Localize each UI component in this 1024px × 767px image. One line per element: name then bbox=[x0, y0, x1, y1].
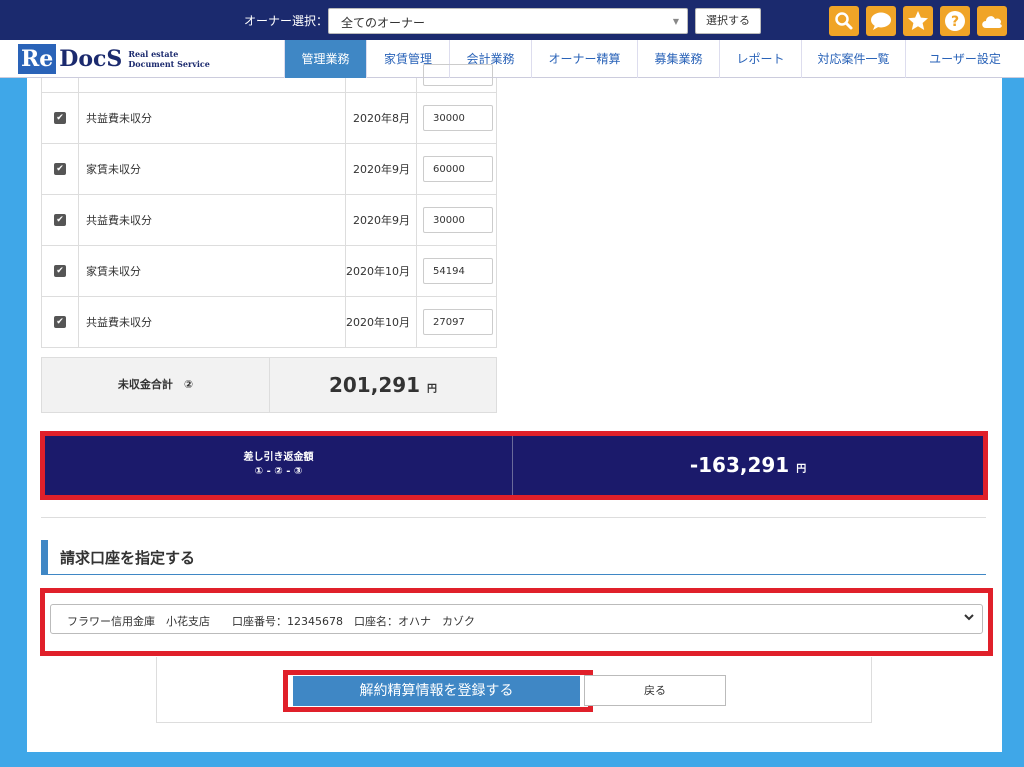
check-cell: ✔ bbox=[42, 93, 79, 143]
month-cell: 2020年8月 bbox=[345, 93, 417, 143]
receivable-total-value-cell: 201,291 円 bbox=[270, 358, 496, 412]
svg-text:?: ? bbox=[951, 14, 959, 30]
item-month: 2020年10月 bbox=[346, 265, 410, 278]
receivable-total: 未収金合計 ② 201,291 円 bbox=[41, 357, 497, 413]
back-button[interactable]: 戻る bbox=[584, 675, 726, 706]
item-name: 家賃未収分 bbox=[86, 265, 141, 278]
table-row: ✔ 家賃未収分 2020年9月 60000 bbox=[41, 144, 497, 195]
item-name: 家賃未収分 bbox=[86, 163, 141, 176]
checkbox[interactable]: ✔ bbox=[54, 316, 66, 328]
amount-input[interactable]: 60000 bbox=[423, 156, 493, 182]
month-cell: 2020年10月 bbox=[345, 246, 417, 296]
owner-select[interactable]: 全てのオーナー ▼ bbox=[328, 8, 688, 34]
refund-difference-formula: ① - ② - ③ bbox=[254, 466, 303, 477]
logo-docs: DocS bbox=[59, 46, 123, 72]
chat-icon[interactable] bbox=[866, 6, 896, 36]
amount-input[interactable]: 27097 bbox=[423, 309, 493, 335]
tab-management[interactable]: 管理業務 bbox=[284, 40, 366, 78]
owner-select-value: 全てのオーナー bbox=[341, 16, 426, 30]
logo-subtitle: Real estate Document Service bbox=[122, 49, 210, 69]
checkbox[interactable]: ✔ bbox=[54, 112, 66, 124]
logo-sub-line1: Real estate bbox=[128, 49, 179, 59]
check-cell: ✔ bbox=[42, 297, 79, 347]
search-icon[interactable] bbox=[829, 6, 859, 36]
amount-input[interactable]: 54194 bbox=[423, 258, 493, 284]
select-owner-button[interactable]: 選択する bbox=[695, 8, 761, 34]
refund-difference-box: 差し引き返金額 ① - ② - ③ -163,291 円 bbox=[40, 431, 988, 500]
tab-report[interactable]: レポート bbox=[719, 40, 801, 78]
checkbox[interactable]: ✔ bbox=[54, 163, 66, 175]
checkbox[interactable]: ✔ bbox=[54, 265, 66, 277]
receivable-total-unit: 円 bbox=[427, 384, 438, 395]
redocs-logo[interactable]: Re DocS Real estate Document Service bbox=[18, 43, 210, 75]
chevron-down-icon bbox=[964, 612, 974, 625]
item-name: 共益費未収分 bbox=[86, 112, 152, 125]
check-cell: ✔ bbox=[42, 195, 79, 245]
receivable-total-label: 未収金合計 ② bbox=[42, 358, 270, 412]
receivable-total-value: 201,291 bbox=[328, 373, 421, 397]
main-nav: Re DocS Real estate Document Service 管理業… bbox=[0, 40, 1024, 78]
item-month: 2020年9月 bbox=[353, 163, 410, 176]
month-cell: 2020年9月 bbox=[345, 144, 417, 194]
top-bar: オーナー選択： 全てのオーナー ▼ 選択する ? bbox=[0, 0, 1024, 40]
refund-difference-label-cell: 差し引き返金額 ① - ② - ③ bbox=[45, 436, 513, 495]
amount-input[interactable]: 30000 bbox=[423, 207, 493, 233]
check-cell: ✔ bbox=[42, 144, 79, 194]
item-month: 2020年10月 bbox=[346, 316, 410, 329]
owner-select-label: オーナー選択： bbox=[244, 14, 329, 28]
month-cell bbox=[345, 78, 417, 92]
refund-difference-label: 差し引き返金額 bbox=[243, 452, 314, 463]
table-row: ✔ 家賃未収分 2020年10月 54194 bbox=[41, 246, 497, 297]
table-row-partial bbox=[41, 64, 497, 93]
table-row: ✔ 共益費未収分 2020年9月 30000 bbox=[41, 195, 497, 246]
refund-difference-value-cell: -163,291 円 bbox=[513, 436, 983, 495]
divider bbox=[41, 517, 986, 518]
item-name: 共益費未収分 bbox=[86, 316, 152, 329]
amount-input[interactable]: 30000 bbox=[423, 105, 493, 131]
cloud-icon[interactable] bbox=[977, 6, 1007, 36]
refund-difference-value: -163,291 bbox=[689, 453, 790, 477]
item-month: 2020年8月 bbox=[353, 112, 410, 125]
tab-cases[interactable]: 対応案件一覧 bbox=[801, 40, 905, 78]
billing-account-select[interactable]: フラワー信用金庫 小花支店 口座番号：12345678 口座名：オハナ カゾク bbox=[50, 604, 983, 634]
help-icon[interactable]: ? bbox=[940, 6, 970, 36]
account-select-highlight: フラワー信用金庫 小花支店 口座番号：12345678 口座名：オハナ カゾク bbox=[40, 588, 993, 656]
billing-account-value: フラワー信用金庫 小花支店 口座番号：12345678 口座名：オハナ カゾク bbox=[67, 615, 475, 628]
heading-accent-bar bbox=[41, 540, 48, 574]
checkbox[interactable]: ✔ bbox=[54, 214, 66, 226]
table-row: ✔ 共益費未収分 2020年8月 30000 bbox=[41, 93, 497, 144]
item-name: 共益費未収分 bbox=[86, 214, 152, 227]
check-cell: ✔ bbox=[42, 246, 79, 296]
item-month: 2020年9月 bbox=[353, 214, 410, 227]
register-settlement-button[interactable]: 解約精算情報を登録する bbox=[293, 676, 580, 706]
tab-owner-settlement[interactable]: オーナー精算 bbox=[531, 40, 637, 78]
star-icon[interactable] bbox=[903, 6, 933, 36]
logo-re: Re bbox=[18, 44, 57, 74]
month-cell: 2020年10月 bbox=[345, 297, 417, 347]
month-cell: 2020年9月 bbox=[345, 195, 417, 245]
dropdown-arrow-icon: ▼ bbox=[672, 17, 679, 26]
billing-account-heading: 請求口座を指定する bbox=[41, 540, 986, 575]
table-row: ✔ 共益費未収分 2020年10月 27097 bbox=[41, 297, 497, 348]
billing-account-title: 請求口座を指定する bbox=[60, 549, 196, 567]
tab-user-settings[interactable]: ユーザー設定 bbox=[905, 40, 1024, 78]
check-cell bbox=[42, 78, 79, 92]
submit-highlight: 解約精算情報を登録する bbox=[283, 670, 593, 712]
refund-difference-unit: 円 bbox=[796, 464, 807, 475]
tab-recruitment[interactable]: 募集業務 bbox=[637, 40, 719, 78]
logo-sub-line2: Document Service bbox=[128, 59, 210, 69]
amount-input-partial[interactable] bbox=[423, 64, 493, 86]
